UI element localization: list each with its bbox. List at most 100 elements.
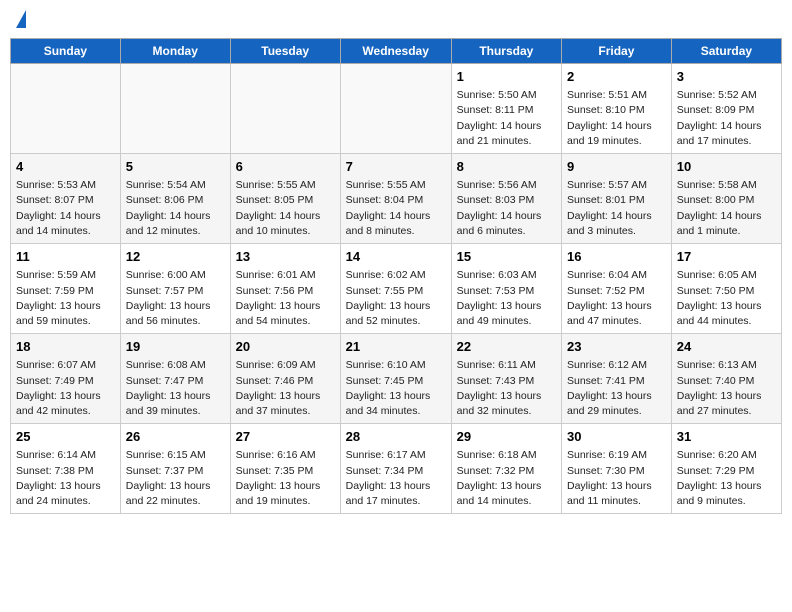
calendar-cell: 27 Sunrise: 6:16 AMSunset: 7:35 PMDayligh… [230, 424, 340, 514]
day-info: Sunrise: 6:11 AMSunset: 7:43 PMDaylight:… [457, 358, 556, 419]
day-number: 3 [677, 68, 776, 86]
day-info: Sunrise: 6:16 AMSunset: 7:35 PMDaylight:… [236, 448, 335, 509]
calendar-table: SundayMondayTuesdayWednesdayThursdayFrid… [10, 38, 782, 514]
calendar-cell: 6Sunrise: 5:55 AMSunset: 8:05 PMDaylight… [230, 154, 340, 244]
day-info: Sunrise: 6:13 AMSunset: 7:40 PMDaylight:… [677, 358, 776, 419]
calendar-cell [11, 64, 121, 154]
day-number: 26 [126, 428, 225, 446]
calendar-cell [230, 64, 340, 154]
calendar-cell: 7 Sunrise: 5:55 AMSunset: 8:04 PMDaylight… [340, 154, 451, 244]
day-number: 27 [236, 428, 335, 446]
day-info: Sunrise: 6:15 AMSunset: 7:37 PMDaylight:… [126, 448, 225, 509]
day-number: 29 [457, 428, 556, 446]
calendar-cell: 2 Sunrise: 5:51 AMSunset: 8:10 PMDaylight… [562, 64, 672, 154]
page-header [10, 10, 782, 30]
calendar-cell: 18 Sunrise: 6:07 AMSunset: 7:49 PMDayligh… [11, 334, 121, 424]
day-number: 5 [126, 158, 225, 176]
day-number: 11 [16, 248, 115, 266]
weekday-saturday: Saturday [671, 39, 781, 64]
weekday-sunday: Sunday [11, 39, 121, 64]
calendar-week-2: 4Sunrise: 5:53 AMSunset: 8:07 PMDaylight… [11, 154, 782, 244]
day-number: 18 [16, 338, 115, 356]
day-number: 22 [457, 338, 556, 356]
calendar-cell: 17Sunrise: 6:05 AMSunset: 7:50 PMDayligh… [671, 244, 781, 334]
day-info: Sunrise: 5:55 AMSunset: 8:04 PMDaylight:… [346, 178, 446, 239]
calendar-cell: 9 Sunrise: 5:57 AMSunset: 8:01 PMDaylight… [562, 154, 672, 244]
calendar-cell: 14 Sunrise: 6:02 AMSunset: 7:55 PMDayligh… [340, 244, 451, 334]
calendar-cell: 20Sunrise: 6:09 AMSunset: 7:46 PMDayligh… [230, 334, 340, 424]
day-number: 8 [457, 158, 556, 176]
day-info: Sunrise: 6:01 AMSunset: 7:56 PMDaylight:… [236, 268, 335, 329]
day-info: Sunrise: 5:50 AMSunset: 8:11 PMDaylight:… [457, 88, 556, 149]
calendar-cell [120, 64, 230, 154]
calendar-cell: 11Sunrise: 5:59 AMSunset: 7:59 PMDayligh… [11, 244, 121, 334]
calendar-cell: 15 Sunrise: 6:03 AMSunset: 7:53 PMDayligh… [451, 244, 561, 334]
day-info: Sunrise: 6:04 AMSunset: 7:52 PMDaylight:… [567, 268, 666, 329]
day-number: 15 [457, 248, 556, 266]
calendar-week-3: 11Sunrise: 5:59 AMSunset: 7:59 PMDayligh… [11, 244, 782, 334]
calendar-cell: 22 Sunrise: 6:11 AMSunset: 7:43 PMDayligh… [451, 334, 561, 424]
day-info: Sunrise: 5:52 AMSunset: 8:09 PMDaylight:… [677, 88, 776, 149]
day-info: Sunrise: 6:03 AMSunset: 7:53 PMDaylight:… [457, 268, 556, 329]
calendar-cell: 4Sunrise: 5:53 AMSunset: 8:07 PMDaylight… [11, 154, 121, 244]
weekday-friday: Friday [562, 39, 672, 64]
day-info: Sunrise: 5:56 AMSunset: 8:03 PMDaylight:… [457, 178, 556, 239]
calendar-cell: 29 Sunrise: 6:18 AMSunset: 7:32 PMDayligh… [451, 424, 561, 514]
calendar-cell: 21Sunrise: 6:10 AMSunset: 7:45 PMDayligh… [340, 334, 451, 424]
day-info: Sunrise: 6:18 AMSunset: 7:32 PMDaylight:… [457, 448, 556, 509]
day-info: Sunrise: 5:54 AMSunset: 8:06 PMDaylight:… [126, 178, 225, 239]
day-number: 17 [677, 248, 776, 266]
day-number: 24 [677, 338, 776, 356]
day-info: Sunrise: 6:10 AMSunset: 7:45 PMDaylight:… [346, 358, 446, 419]
day-number: 7 [346, 158, 446, 176]
calendar-week-1: 1 Sunrise: 5:50 AMSunset: 8:11 PMDaylight… [11, 64, 782, 154]
day-number: 20 [236, 338, 335, 356]
weekday-header-row: SundayMondayTuesdayWednesdayThursdayFrid… [11, 39, 782, 64]
day-info: Sunrise: 5:58 AMSunset: 8:00 PMDaylight:… [677, 178, 776, 239]
calendar-week-5: 25Sunrise: 6:14 AMSunset: 7:38 PMDayligh… [11, 424, 782, 514]
calendar-header: SundayMondayTuesdayWednesdayThursdayFrid… [11, 39, 782, 64]
calendar-cell: 3 Sunrise: 5:52 AMSunset: 8:09 PMDaylight… [671, 64, 781, 154]
day-info: Sunrise: 6:07 AMSunset: 7:49 PMDaylight:… [16, 358, 115, 419]
day-info: Sunrise: 6:14 AMSunset: 7:38 PMDaylight:… [16, 448, 115, 509]
day-number: 2 [567, 68, 666, 86]
calendar-cell: 8 Sunrise: 5:56 AMSunset: 8:03 PMDaylight… [451, 154, 561, 244]
day-number: 12 [126, 248, 225, 266]
day-info: Sunrise: 6:00 AMSunset: 7:57 PMDaylight:… [126, 268, 225, 329]
day-number: 16 [567, 248, 666, 266]
day-info: Sunrise: 6:17 AMSunset: 7:34 PMDaylight:… [346, 448, 446, 509]
day-number: 1 [457, 68, 556, 86]
day-number: 9 [567, 158, 666, 176]
calendar-cell: 10Sunrise: 5:58 AMSunset: 8:00 PMDayligh… [671, 154, 781, 244]
calendar-cell: 26 Sunrise: 6:15 AMSunset: 7:37 PMDayligh… [120, 424, 230, 514]
day-number: 14 [346, 248, 446, 266]
day-info: Sunrise: 5:57 AMSunset: 8:01 PMDaylight:… [567, 178, 666, 239]
calendar-cell: 25Sunrise: 6:14 AMSunset: 7:38 PMDayligh… [11, 424, 121, 514]
calendar-body: 1 Sunrise: 5:50 AMSunset: 8:11 PMDaylight… [11, 64, 782, 514]
calendar-cell: 12 Sunrise: 6:00 AMSunset: 7:57 PMDayligh… [120, 244, 230, 334]
day-number: 31 [677, 428, 776, 446]
calendar-cell: 13Sunrise: 6:01 AMSunset: 7:56 PMDayligh… [230, 244, 340, 334]
day-number: 23 [567, 338, 666, 356]
calendar-cell: 28 Sunrise: 6:17 AMSunset: 7:34 PMDayligh… [340, 424, 451, 514]
calendar-cell: 19 Sunrise: 6:08 AMSunset: 7:47 PMDayligh… [120, 334, 230, 424]
logo [14, 10, 26, 30]
day-info: Sunrise: 6:19 AMSunset: 7:30 PMDaylight:… [567, 448, 666, 509]
weekday-tuesday: Tuesday [230, 39, 340, 64]
logo-triangle-icon [16, 10, 26, 28]
day-number: 19 [126, 338, 225, 356]
calendar-cell: 16 Sunrise: 6:04 AMSunset: 7:52 PMDayligh… [562, 244, 672, 334]
day-info: Sunrise: 6:02 AMSunset: 7:55 PMDaylight:… [346, 268, 446, 329]
day-info: Sunrise: 6:12 AMSunset: 7:41 PMDaylight:… [567, 358, 666, 419]
day-info: Sunrise: 5:51 AMSunset: 8:10 PMDaylight:… [567, 88, 666, 149]
calendar-cell: 24 Sunrise: 6:13 AMSunset: 7:40 PMDayligh… [671, 334, 781, 424]
day-number: 30 [567, 428, 666, 446]
calendar-cell: 30 Sunrise: 6:19 AMSunset: 7:30 PMDayligh… [562, 424, 672, 514]
calendar-cell [340, 64, 451, 154]
day-info: Sunrise: 6:08 AMSunset: 7:47 PMDaylight:… [126, 358, 225, 419]
calendar-cell: 5 Sunrise: 5:54 AMSunset: 8:06 PMDaylight… [120, 154, 230, 244]
day-info: Sunrise: 5:55 AMSunset: 8:05 PMDaylight:… [236, 178, 335, 239]
day-info: Sunrise: 5:53 AMSunset: 8:07 PMDaylight:… [16, 178, 115, 239]
weekday-thursday: Thursday [451, 39, 561, 64]
day-number: 28 [346, 428, 446, 446]
